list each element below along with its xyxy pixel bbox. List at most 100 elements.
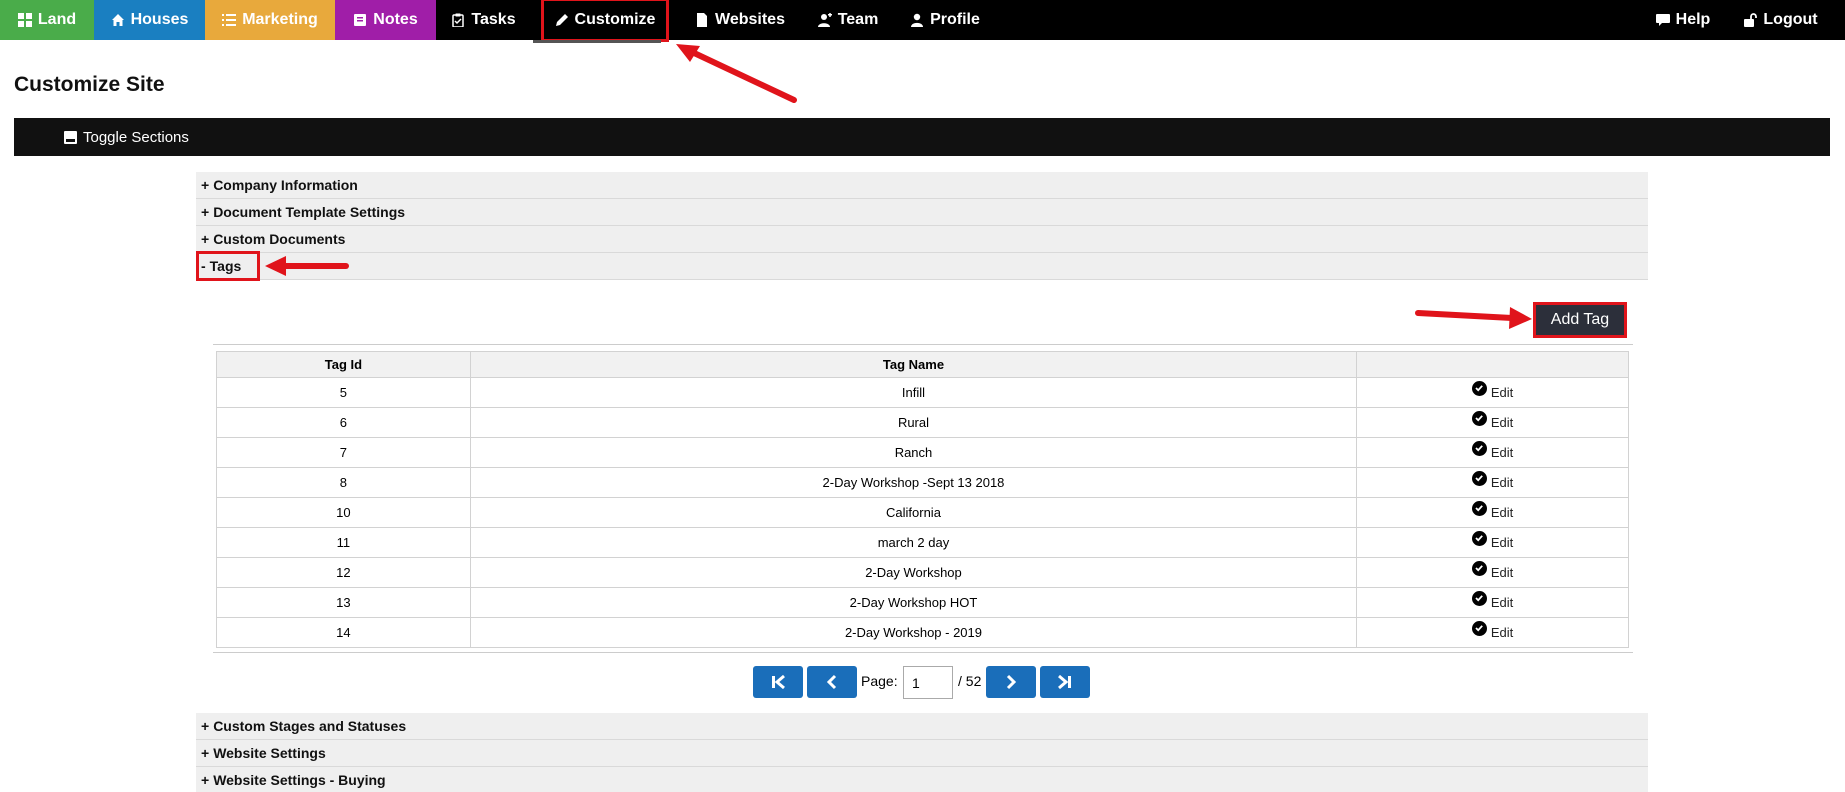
first-page-icon — [772, 674, 785, 690]
edit-action[interactable]: Edit — [1471, 380, 1513, 400]
user-icon — [911, 13, 924, 27]
tag-name-cell: 2-Day Workshop HOT — [469, 587, 1358, 618]
list-icon — [222, 14, 237, 26]
header-tag-name: Tag Name — [469, 351, 1358, 378]
edit-action[interactable]: Edit — [1471, 560, 1513, 580]
edit-link[interactable]: Edit — [1491, 385, 1513, 400]
tag-action-cell: Edit — [1356, 497, 1629, 528]
section-website-settings[interactable]: + Website Settings — [196, 740, 1648, 767]
chevron-left-icon — [826, 674, 837, 690]
tag-action-cell: Edit — [1356, 527, 1629, 558]
nav-websites-label: Websites — [715, 11, 785, 28]
nav-help[interactable]: Help — [1643, 0, 1723, 40]
section-custom-documents[interactable]: + Custom Documents — [196, 226, 1648, 253]
section-document-template-settings[interactable]: + Document Template Settings — [196, 199, 1648, 226]
nav-houses[interactable]: Houses — [94, 0, 205, 40]
tag-id-cell: 11 — [216, 527, 471, 558]
nav-profile[interactable]: Profile — [895, 0, 995, 40]
nav-logout[interactable]: Logout — [1733, 0, 1828, 40]
tags-table-container: Tag Id Tag Name 5 Infill Edit 6 Rural Edit 7 Ra… — [213, 344, 1633, 648]
tag-id-cell: 8 — [216, 467, 471, 498]
edit-action[interactable]: Edit — [1471, 500, 1513, 520]
table-row: 10 California Edit — [216, 497, 1629, 528]
clipboard-icon — [452, 13, 465, 27]
user-add-icon — [817, 13, 832, 27]
section-tags[interactable]: - Tags — [196, 253, 1648, 280]
unlock-icon — [1744, 13, 1758, 27]
section-label: Custom Stages and Statuses — [213, 718, 407, 734]
first-page-button[interactable] — [753, 666, 803, 698]
edit-link[interactable]: Edit — [1491, 445, 1513, 460]
edit-action[interactable]: Edit — [1471, 530, 1513, 550]
annotation-box-tags — [196, 251, 260, 281]
table-row: 14 2-Day Workshop - 2019 Edit — [216, 617, 1629, 648]
home-icon — [111, 14, 124, 26]
expand-sign: + — [201, 745, 210, 761]
nav-marketing[interactable]: Marketing — [205, 0, 335, 40]
nav-team[interactable]: Team — [803, 0, 893, 40]
toggle-sections-label: Toggle Sections — [83, 128, 189, 146]
tag-id-cell: 14 — [216, 617, 471, 648]
annotation-arrow-customize — [676, 44, 797, 103]
edit-action[interactable]: Edit — [1471, 410, 1513, 430]
last-page-icon — [1058, 674, 1071, 690]
edit-action[interactable]: Edit — [1471, 470, 1513, 490]
edit-action[interactable]: Edit — [1471, 590, 1513, 610]
toggle-sections-button[interactable]: Toggle Sections — [64, 118, 189, 156]
nav-tasks-label: Tasks — [471, 11, 516, 28]
check-circle-icon — [1471, 410, 1487, 426]
tag-name-cell: Infill — [469, 377, 1358, 408]
check-circle-icon — [1471, 470, 1487, 486]
nav-help-label: Help — [1675, 11, 1711, 28]
nav-customize[interactable]: Customize — [541, 0, 669, 42]
tag-id-cell: 10 — [216, 497, 471, 528]
section-label: Website Settings - Buying — [213, 772, 386, 788]
edit-link[interactable]: Edit — [1491, 595, 1513, 610]
edit-link[interactable]: Edit — [1491, 505, 1513, 520]
edit-link[interactable]: Edit — [1491, 415, 1513, 430]
tag-name-cell: Rural — [469, 407, 1358, 438]
section-company-information[interactable]: + Company Information — [196, 172, 1648, 199]
edit-link[interactable]: Edit — [1491, 625, 1513, 640]
tag-name-cell: 2-Day Workshop - 2019 — [469, 617, 1358, 648]
nav-land[interactable]: Land — [0, 0, 94, 40]
tag-name-cell: California — [469, 497, 1358, 528]
nav-tasks[interactable]: Tasks — [436, 0, 531, 40]
section-custom-stages-and-statuses[interactable]: + Custom Stages and Statuses — [196, 713, 1648, 740]
tag-name-cell: 2-Day Workshop -Sept 13 2018 — [469, 467, 1358, 498]
section-website-settings-buying[interactable]: + Website Settings - Buying — [196, 767, 1648, 792]
previous-page-button[interactable] — [807, 666, 857, 698]
edit-link[interactable]: Edit — [1491, 475, 1513, 490]
tag-action-cell: Edit — [1356, 437, 1629, 468]
last-page-button[interactable] — [1040, 666, 1090, 698]
chevron-right-icon — [1006, 674, 1017, 690]
nav-notes[interactable]: Notes — [335, 0, 436, 40]
tag-action-cell: Edit — [1356, 587, 1629, 618]
nav-customize-label: Customize — [574, 11, 656, 28]
page-title: Customize Site — [14, 73, 165, 96]
tag-id-cell: 13 — [216, 587, 471, 618]
tag-id-cell: 6 — [216, 407, 471, 438]
tag-action-cell: Edit — [1356, 377, 1629, 408]
tag-action-cell: Edit — [1356, 467, 1629, 498]
edit-link[interactable]: Edit — [1491, 565, 1513, 580]
section-label: Company Information — [213, 177, 358, 193]
nav-marketing-label: Marketing — [242, 11, 318, 28]
expand-sign: + — [201, 231, 210, 247]
section-label: Website Settings — [213, 745, 326, 761]
table-row: 8 2-Day Workshop -Sept 13 2018 Edit — [216, 467, 1629, 498]
edit-link[interactable]: Edit — [1491, 535, 1513, 550]
annotation-arrow-add-tag — [1415, 307, 1532, 329]
header-tag-id: Tag Id — [216, 351, 471, 378]
tag-id-cell: 7 — [216, 437, 471, 468]
next-page-button[interactable] — [986, 666, 1036, 698]
header-actions — [1356, 351, 1629, 378]
edit-action[interactable]: Edit — [1471, 440, 1513, 460]
check-circle-icon — [1471, 380, 1487, 396]
add-tag-button[interactable]: Add Tag — [1533, 302, 1627, 338]
page-number-input[interactable] — [903, 666, 953, 699]
pencil-icon — [555, 14, 568, 26]
nav-websites[interactable]: Websites — [680, 0, 800, 40]
tag-action-cell: Edit — [1356, 617, 1629, 648]
edit-action[interactable]: Edit — [1471, 620, 1513, 640]
